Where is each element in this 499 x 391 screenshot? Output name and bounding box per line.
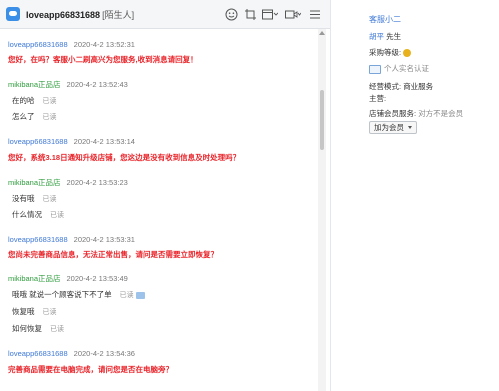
read-status: 已读 xyxy=(50,212,64,219)
message-time: 2020-4-2 13:54:36 xyxy=(73,349,135,358)
sender-name: loveapp66831688 xyxy=(8,137,68,146)
chat-bubble-icon xyxy=(6,7,20,21)
message-text: 如何恢复 已读 xyxy=(12,323,64,334)
read-status: 已读 xyxy=(50,326,64,333)
message-list[interactable]: loveapp66831688 2020-4-2 13:52:31 您好，在吗？客… xyxy=(0,29,318,391)
message-line: 在的哈 xyxy=(12,96,35,105)
emoji-icon[interactable] xyxy=(225,7,238,21)
customer-title: 先生 xyxy=(386,32,402,41)
main-label: 主营: xyxy=(369,94,387,103)
chat-header: loveapp66831688 [陌生人] xyxy=(0,0,330,29)
screenshot-icon[interactable] xyxy=(244,7,257,21)
medal-icon xyxy=(403,49,412,58)
read-status: 已读 xyxy=(42,309,57,316)
verify-row: 个人实名认证 xyxy=(369,63,429,74)
message-time: 2020-4-2 13:52:31 xyxy=(73,40,135,49)
message-header: loveapp66831688 2020-4-2 13:53:14 xyxy=(8,137,135,146)
membership-label: 店铺会员服务: xyxy=(369,109,417,118)
join-member-button[interactable]: 加为会员 xyxy=(369,121,417,134)
message-header: loveapp66831688 2020-4-2 13:52:31 xyxy=(8,40,135,49)
message-header: mikibana正品店 2020-4-2 13:52:43 xyxy=(8,79,128,90)
business-row: 经营模式: 商业服务 xyxy=(369,81,433,92)
customer-name: 胡平 xyxy=(369,32,384,41)
id-card-icon xyxy=(369,64,381,74)
scroll-up-arrow[interactable] xyxy=(319,31,325,35)
message-time: 2020-4-2 13:52:43 xyxy=(66,80,128,89)
contact-title: loveapp66831688 [陌生人] xyxy=(26,8,134,21)
message-time: 2020-4-2 13:53:23 xyxy=(66,178,128,187)
customer-row: 胡平 先生 xyxy=(369,31,401,42)
business-label: 经营模式: xyxy=(369,82,402,91)
message-line: 没有哦 xyxy=(12,194,35,203)
main-row: 主营: xyxy=(369,93,386,104)
contact-tag: [陌生人] xyxy=(102,10,135,20)
message-text: 怎么了 已读 xyxy=(12,111,57,122)
message-text: 在的哈 已读 xyxy=(12,95,57,106)
message-header: mikibana正品店 2020-4-2 13:53:23 xyxy=(8,177,128,188)
message-text: 完善商品需要在电脑完成，请问您是否在电脑旁？ xyxy=(8,365,173,374)
purchase-level-label: 采购等级: xyxy=(369,48,402,57)
sender-name: mikibana正品店 xyxy=(8,274,61,283)
sender-name: loveapp66831688 xyxy=(8,235,68,244)
membership-row: 店铺会员服务: 对方不是会员 xyxy=(369,108,463,119)
message-line: 如何恢复 xyxy=(12,324,42,333)
contact-name: loveapp66831688 xyxy=(26,10,101,20)
message-line: 什么情况 xyxy=(12,210,42,219)
contact-profile-panel: 客服小二 胡平 先生 采购等级: 个人实名认证 经营模式: 商业服务 主营: 店… xyxy=(330,0,499,391)
read-status: 已读 xyxy=(42,98,57,105)
join-member-label: 加为会员 xyxy=(374,123,404,132)
message-line: 恢复哦 xyxy=(12,307,35,316)
read-status: 已读 xyxy=(42,196,57,203)
chevron-down-icon xyxy=(408,126,412,129)
read-status: 已读 xyxy=(119,292,134,299)
business-value: 商业服务 xyxy=(403,82,434,91)
calendar-icon[interactable] xyxy=(262,7,278,21)
message-header: loveapp66831688 2020-4-2 13:53:31 xyxy=(8,235,135,244)
message-text: 什么情况 已读 xyxy=(12,209,64,220)
membership-value: 对方不是会员 xyxy=(418,109,464,118)
sender-name: mikibana正品店 xyxy=(8,178,61,187)
message-text: 您好，系统3.18日通知升级店铺，您这边是没有收到信息及时处理吗？ xyxy=(8,153,241,162)
sender-name: loveapp66831688 xyxy=(8,40,68,49)
message-line: 怎么了 xyxy=(12,112,35,121)
message-text: 恢复哦 已读 xyxy=(12,306,57,317)
message-text: 您好，在吗？客服小二刷高兴为您服务,收到消息请回复！ xyxy=(8,55,198,64)
sender-name: loveapp66831688 xyxy=(8,349,68,358)
scrollbar-track[interactable] xyxy=(318,29,326,391)
sender-name: mikibana正品店 xyxy=(8,80,61,89)
message-time: 2020-4-2 13:53:49 xyxy=(66,274,128,283)
message-text: 哦哦 就说一个顾客说下不了单 已读 xyxy=(12,289,145,300)
more-icon[interactable] xyxy=(309,7,321,21)
message-time: 2020-4-2 13:53:31 xyxy=(73,235,135,244)
read-status: 已读 xyxy=(42,114,57,121)
service-name: 客服小二 xyxy=(369,15,401,24)
emoticon-icon xyxy=(135,291,145,299)
purchase-level-row: 采购等级: xyxy=(369,47,412,58)
message-line: 哦哦 就说一个顾客说下不了单 xyxy=(12,290,112,299)
message-header: loveapp66831688 2020-4-2 13:54:36 xyxy=(8,349,135,358)
message-header: mikibana正品店 2020-4-2 13:53:49 xyxy=(8,273,128,284)
chat-window: loveapp66831688 [陌生人] loveapp66831688 2020… xyxy=(0,0,499,391)
message-time: 2020-4-2 13:53:14 xyxy=(73,137,135,146)
video-call-icon[interactable] xyxy=(285,7,301,21)
message-text: 没有哦 已读 xyxy=(12,193,57,204)
message-text: 您尚未完善商品信息，无法正常出售，请问是否需要立即恢复？ xyxy=(8,250,218,259)
verify-label: 个人实名认证 xyxy=(384,64,429,73)
scrollbar-thumb[interactable] xyxy=(320,90,324,150)
